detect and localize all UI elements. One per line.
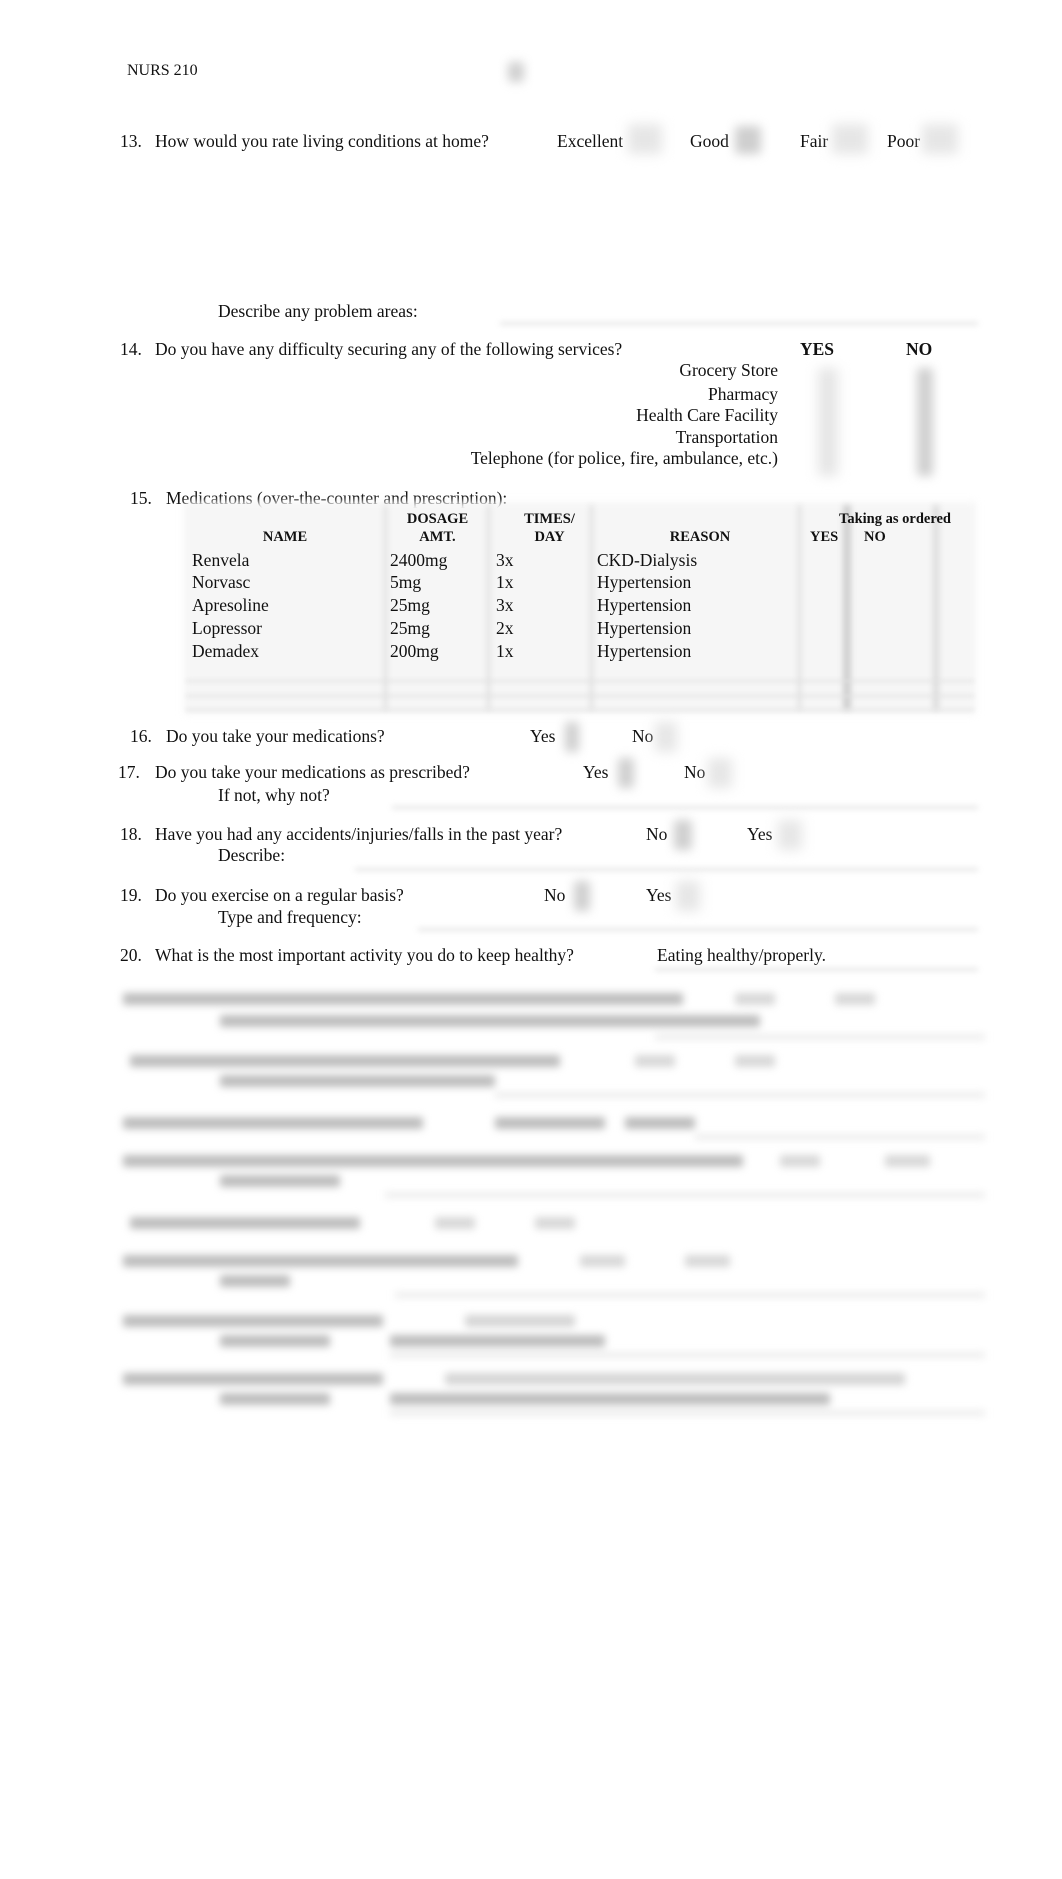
checkbox-excellent[interactable] — [628, 124, 662, 154]
service-grocery: Grocery Store — [679, 360, 778, 380]
header-no: NO — [864, 529, 886, 545]
table-divider — [186, 695, 974, 697]
followup-label: Type and frequency: — [218, 907, 362, 927]
option-yes: Yes — [583, 762, 609, 782]
header-name: NAME — [262, 529, 308, 545]
med-name: Demadex — [192, 641, 260, 661]
med-dosage: 5mg — [390, 572, 422, 592]
header-times-day: DAY — [534, 529, 565, 545]
option-excellent: Excellent — [557, 131, 624, 151]
option-yes: Yes — [747, 824, 773, 844]
checkbox-yes[interactable] — [618, 758, 634, 788]
followup-input-line[interactable] — [392, 806, 978, 809]
question-number: 14. — [120, 339, 142, 359]
followup-label: Describe: — [218, 845, 286, 865]
question-text: How would you rate living conditions at … — [155, 131, 489, 151]
service-health-care: Health Care Facility — [636, 405, 778, 425]
checkbox-yes[interactable] — [676, 881, 700, 911]
option-no: No — [632, 726, 654, 746]
med-dosage: 200mg — [390, 641, 439, 661]
question-number: 18. — [120, 824, 142, 844]
option-fair: Fair — [800, 131, 829, 151]
med-dosage: 25mg — [390, 618, 430, 638]
med-reason: CKD-Dialysis — [597, 550, 698, 570]
checkbox-yes[interactable] — [778, 820, 802, 850]
question-text: What is the most important activity you … — [155, 945, 574, 965]
checkbox-fair[interactable] — [832, 124, 868, 154]
table-divider — [186, 709, 974, 711]
question-number: 15. — [130, 488, 152, 508]
option-no: No — [646, 824, 668, 844]
describe-label: Describe any problem areas: — [218, 301, 418, 321]
header-times: TIMES/ — [524, 511, 575, 527]
followup-input-line[interactable] — [355, 868, 978, 871]
question-number: 19. — [120, 885, 142, 905]
question-number: 16. — [130, 726, 152, 746]
service-pharmacy: Pharmacy — [708, 384, 778, 404]
header-reason: REASON — [669, 529, 731, 545]
no-checkbox-column[interactable] — [917, 368, 933, 476]
column-no: NO — [906, 339, 933, 359]
header-dosage: DOSAGE — [406, 511, 469, 527]
question-number: 20. — [120, 945, 142, 965]
option-yes: Yes — [530, 726, 556, 746]
answer-input-line[interactable] — [655, 968, 978, 971]
checkbox-yes[interactable] — [565, 722, 579, 752]
med-name: Renvela — [192, 550, 250, 570]
option-poor: Poor — [887, 131, 921, 151]
question-text: Do you take your medications as prescrib… — [155, 762, 470, 782]
med-reason: Hypertension — [597, 641, 692, 661]
checkbox-poor[interactable] — [922, 124, 958, 154]
obscured-content — [115, 975, 985, 1425]
describe-input-line[interactable] — [500, 322, 978, 325]
med-times: 3x — [496, 550, 514, 570]
option-no: No — [684, 762, 706, 782]
header-yes: YES — [810, 529, 839, 545]
question-text: Do you take your medications? — [166, 726, 385, 746]
page-number-redacted — [508, 62, 524, 82]
med-times: 1x — [496, 641, 514, 661]
followup-input-line[interactable] — [418, 928, 978, 931]
question-number: 17. — [118, 762, 140, 782]
yes-checkbox-column[interactable] — [818, 368, 838, 476]
checkbox-good[interactable] — [735, 126, 761, 154]
question-text: Have you had any accidents/injuries/fall… — [155, 824, 563, 844]
med-times: 2x — [496, 618, 514, 638]
followup-label: If not, why not? — [218, 785, 330, 805]
med-name: Apresoline — [192, 595, 269, 615]
checkbox-no[interactable] — [708, 758, 732, 788]
course-header: NURS 210 — [127, 62, 198, 79]
column-yes: YES — [800, 339, 835, 359]
checkbox-no[interactable] — [674, 820, 692, 850]
answer-text: Eating healthy/properly. — [657, 945, 826, 965]
med-times: 1x — [496, 572, 514, 592]
header-dosage-amt: AMT. — [419, 529, 456, 545]
med-dosage: 2400mg — [390, 550, 448, 570]
med-reason: Hypertension — [597, 572, 692, 592]
option-good: Good — [690, 131, 729, 151]
med-name: Norvasc — [192, 572, 251, 592]
question-number: 13. — [120, 131, 142, 151]
option-yes: Yes — [646, 885, 672, 905]
question-text: Do you have any difficulty securing any … — [155, 339, 623, 359]
med-reason: Hypertension — [597, 618, 692, 638]
med-dosage: 25mg — [390, 595, 430, 615]
table-divider — [186, 680, 974, 682]
med-times: 3x — [496, 595, 514, 615]
question-text: Do you exercise on a regular basis? — [155, 885, 404, 905]
checkbox-no[interactable] — [574, 881, 590, 911]
header-taking-as-ordered: Taking as ordered — [839, 511, 951, 527]
checkbox-no[interactable] — [655, 722, 677, 752]
option-no: No — [544, 885, 566, 905]
service-transportation: Transportation — [675, 427, 778, 447]
med-reason: Hypertension — [597, 595, 692, 615]
med-name: Lopressor — [192, 618, 262, 638]
service-telephone: Telephone (for police, fire, ambulance, … — [470, 448, 778, 468]
